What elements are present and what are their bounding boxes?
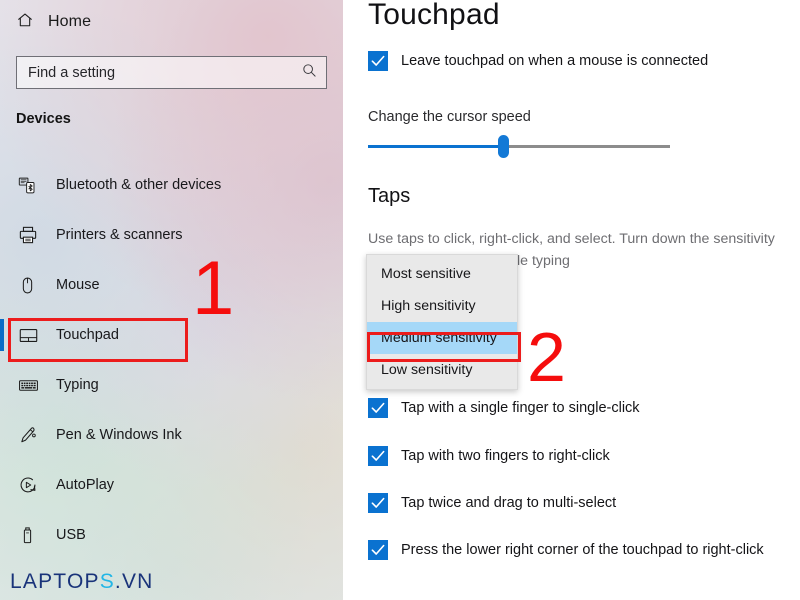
- settings-sidebar: Home Find a setting Devices Bluetooth & …: [0, 0, 343, 600]
- usb-icon: [18, 526, 44, 545]
- checkbox-label: Tap with two fingers to right-click: [401, 448, 610, 464]
- checkbox-label: Tap with a single finger to single-click: [401, 400, 640, 416]
- autoplay-icon: [18, 475, 44, 495]
- checkbox-label: Tap twice and drag to multi-select: [401, 495, 617, 511]
- sidebar-item-autoplay[interactable]: AutoPlay: [0, 460, 343, 510]
- checkbox-label: Press the lower right corner of the touc…: [401, 542, 764, 558]
- sidebar-item-label: Mouse: [56, 277, 100, 293]
- dropdown-option-high-sensitivity[interactable]: High sensitivity: [367, 290, 517, 322]
- sidebar-item-label: Touchpad: [56, 327, 119, 343]
- sidebar-item-label: Bluetooth & other devices: [56, 177, 222, 193]
- checkbox-tap-twice-drag[interactable]: Tap twice and drag to multi-select: [368, 493, 616, 513]
- sidebar-item-label: Pen & Windows Ink: [56, 427, 182, 443]
- touchpad-icon: [18, 325, 44, 346]
- sidebar-item-label: Printers & scanners: [56, 227, 183, 243]
- cursor-speed-label: Change the cursor speed: [368, 109, 531, 125]
- search-input[interactable]: Find a setting: [16, 56, 327, 89]
- mouse-icon: [18, 276, 44, 295]
- home-icon: [16, 11, 34, 34]
- home-label: Home: [48, 13, 92, 30]
- pen-icon: [18, 425, 44, 445]
- sidebar-item-typing[interactable]: Typing: [0, 360, 343, 410]
- sidebar-item-label: AutoPlay: [56, 477, 115, 493]
- checkbox-two-finger-right-click[interactable]: Tap with two fingers to right-click: [368, 446, 610, 466]
- checkbox-leave-touchpad-on[interactable]: Leave touchpad on when a mouse is connec…: [368, 51, 708, 71]
- checkbox-single-finger-click[interactable]: Tap with a single finger to single-click: [368, 398, 640, 418]
- checkbox-box: [368, 493, 388, 513]
- slider-thumb[interactable]: [498, 135, 509, 158]
- checkbox-lower-right-corner-right-click[interactable]: Press the lower right corner of the touc…: [368, 540, 764, 560]
- printer-icon: [18, 225, 44, 245]
- search-icon: [301, 62, 318, 84]
- page-title: Touchpad: [368, 0, 500, 31]
- site-watermark: LAPTOPS.VN: [10, 570, 154, 594]
- sidebar-item-pen[interactable]: Pen & Windows Ink: [0, 410, 343, 460]
- bluetooth-device-icon: [18, 176, 44, 195]
- sidebar-item-mouse[interactable]: Mouse: [0, 260, 343, 310]
- sidebar-nav: Bluetooth & other devices Printers & sca…: [0, 160, 343, 560]
- checkbox-label: Leave touchpad on when a mouse is connec…: [401, 53, 709, 69]
- keyboard-icon: [18, 375, 44, 396]
- sidebar-home-link[interactable]: Home: [16, 8, 91, 36]
- sidebar-item-label: USB: [56, 527, 86, 543]
- dropdown-option-low-sensitivity[interactable]: Low sensitivity: [367, 354, 517, 386]
- checkbox-box: [368, 398, 388, 418]
- sidebar-item-label: Typing: [56, 377, 99, 393]
- watermark-accent: S: [99, 570, 115, 593]
- cursor-speed-slider[interactable]: [368, 135, 670, 158]
- search-placeholder: Find a setting: [28, 64, 116, 81]
- checkbox-box: [368, 51, 388, 71]
- taps-group-title: Taps: [368, 185, 411, 207]
- sensitivity-dropdown-list[interactable]: Most sensitive High sensitivity Medium s…: [366, 254, 518, 390]
- settings-main-pane: Touchpad Leave touchpad on when a mouse …: [343, 0, 800, 600]
- settings-window: Home Find a setting Devices Bluetooth & …: [0, 0, 800, 600]
- checkbox-box: [368, 540, 388, 560]
- sidebar-item-bluetooth[interactable]: Bluetooth & other devices: [0, 160, 343, 210]
- sidebar-section-title: Devices: [16, 111, 71, 127]
- dropdown-option-most-sensitive[interactable]: Most sensitive: [367, 258, 517, 290]
- sidebar-item-printers[interactable]: Printers & scanners: [0, 210, 343, 260]
- checkbox-box: [368, 446, 388, 466]
- watermark-prefix: LAPTOP: [10, 570, 100, 593]
- dropdown-option-medium-sensitivity[interactable]: Medium sensitivity: [367, 322, 517, 354]
- slider-fill: [368, 145, 503, 148]
- sidebar-item-usb[interactable]: USB: [0, 510, 343, 560]
- sidebar-item-touchpad[interactable]: Touchpad: [0, 310, 343, 360]
- watermark-suffix: .VN: [114, 570, 154, 593]
